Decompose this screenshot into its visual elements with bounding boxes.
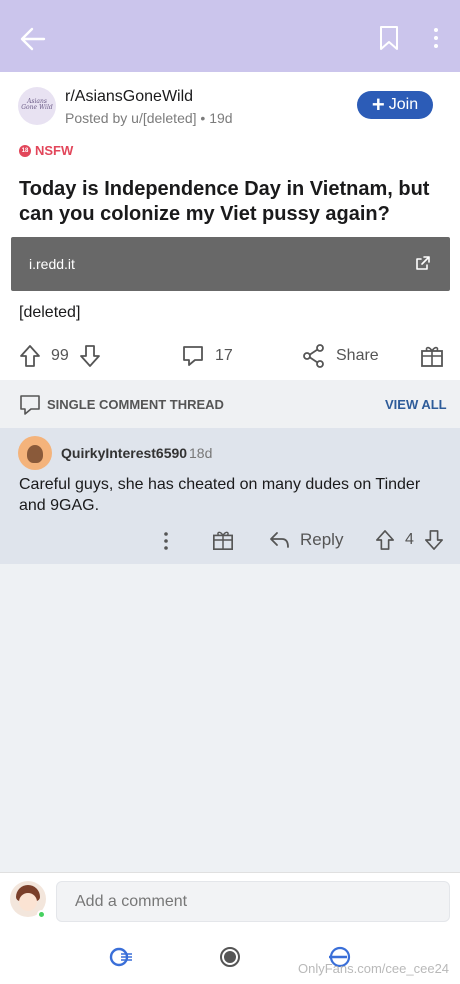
upvote-icon[interactable] [19, 344, 41, 368]
watermark: OnlyFans.com/cee_cee24 [298, 961, 450, 976]
comment-actions: Reply 4 [0, 528, 460, 554]
link-preview[interactable]: i.redd.it [11, 237, 450, 291]
subreddit-avatar-text: Asians Gone Wild [21, 98, 53, 111]
arrow-left-icon[interactable] [18, 24, 48, 54]
post-title[interactable]: Today is Independence Day in Vietnam, bu… [19, 177, 439, 227]
reply-button[interactable]: Reply [268, 529, 343, 551]
link-domain: i.redd.it [29, 256, 75, 272]
more-vertical-icon[interactable] [428, 26, 444, 50]
single-thread-bar: SINGLE COMMENT THREAD VIEW ALL [0, 380, 460, 428]
comment-input[interactable] [57, 882, 449, 921]
more-vertical-icon[interactable] [159, 530, 173, 552]
comment-count: 17 [215, 347, 233, 364]
post-body: [deleted] [19, 304, 81, 321]
comment-username[interactable]: QuirkyInterest6590 [61, 445, 187, 461]
comments-button[interactable]: 17 [181, 344, 233, 368]
award-button[interactable] [420, 344, 444, 368]
system-nav-bar: OnlyFans.com/cee_cee24 [0, 928, 460, 984]
bookmark-icon[interactable] [378, 25, 400, 51]
online-status-dot [37, 910, 46, 919]
reply-icon [270, 532, 289, 548]
gift-icon[interactable] [212, 529, 234, 551]
reply-label: Reply [300, 530, 344, 549]
nsfw-label: NSFW [35, 143, 74, 158]
nsfw-18-icon: 18 [19, 144, 31, 157]
commenter-avatar[interactable] [18, 436, 52, 470]
comment-input-box[interactable] [56, 881, 450, 922]
view-all-link[interactable]: VIEW ALL [385, 397, 447, 412]
upvote-icon[interactable] [375, 529, 395, 551]
join-label: Join [388, 96, 419, 113]
comment-vote-count: 4 [405, 531, 414, 548]
comment-vote-group: 4 [375, 529, 444, 551]
downvote-icon[interactable] [424, 529, 444, 551]
recent-apps-icon[interactable] [108, 944, 134, 970]
top-app-bar [0, 0, 460, 72]
comment: QuirkyInterest6590 18d Careful guys, she… [0, 428, 460, 564]
gift-icon [421, 346, 443, 367]
comment-composer [0, 872, 460, 928]
nsfw-tag: 18 NSFW [19, 143, 73, 158]
home-icon[interactable] [217, 944, 243, 970]
plus-icon: + [371, 92, 385, 117]
downvote-icon[interactable] [79, 344, 101, 368]
join-button[interactable]: + Join [357, 91, 433, 119]
comment-text: Careful guys, she has cheated on many du… [19, 476, 421, 514]
upvote-count: 99 [51, 347, 69, 364]
thread-label: SINGLE COMMENT THREAD [47, 397, 224, 412]
comment-thread-icon [20, 395, 40, 415]
posted-by: Posted by u/[deleted] • 19d [65, 110, 233, 126]
post-card: Asians Gone Wild r/AsiansGoneWild Posted… [0, 72, 460, 380]
subreddit-avatar[interactable]: Asians Gone Wild [18, 87, 56, 125]
comment-time: 18d [189, 445, 213, 461]
vote-group: 99 [19, 344, 101, 368]
share-button[interactable]: Share [302, 344, 379, 368]
post-actions: 99 17 Share [0, 342, 460, 374]
external-link-icon [416, 256, 430, 270]
share-icon [303, 344, 324, 368]
comment-icon [183, 346, 203, 366]
share-label: Share [336, 347, 379, 364]
subreddit-name[interactable]: r/AsiansGoneWild [65, 88, 193, 106]
